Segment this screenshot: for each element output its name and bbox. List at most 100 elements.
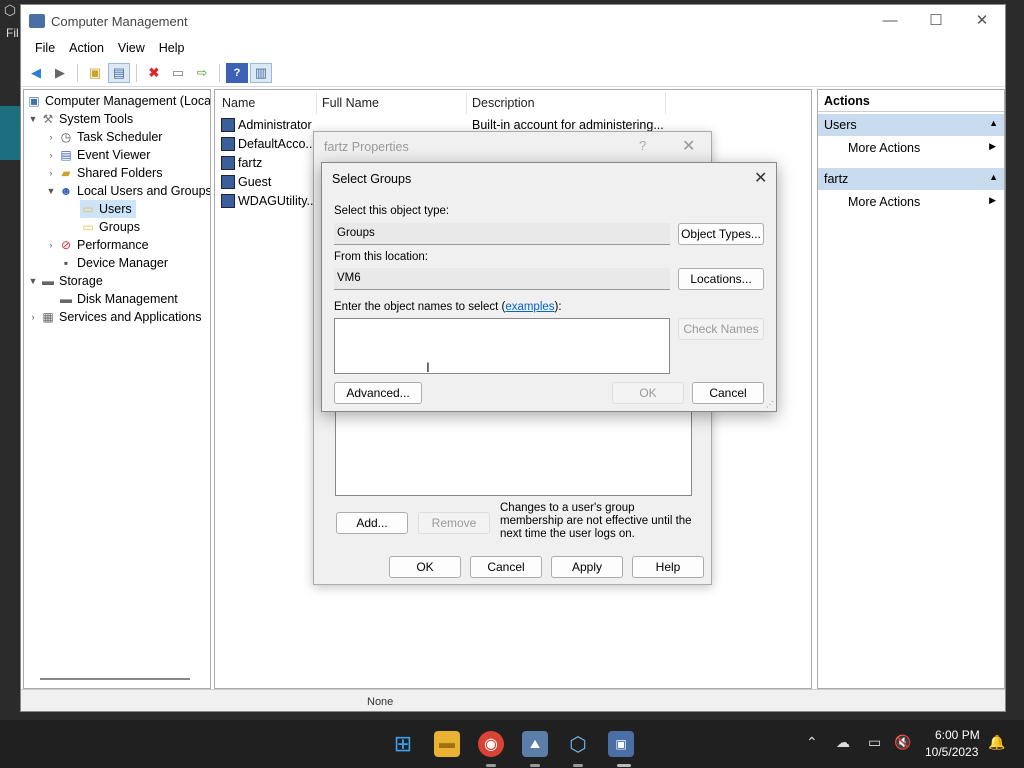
desktop-teal-strip: [0, 106, 20, 160]
tree-item-performance[interactable]: › ⊘ Performance: [44, 236, 149, 254]
clock-time[interactable]: 6:00 PM: [935, 728, 980, 742]
column-header-name[interactable]: Name: [222, 96, 255, 110]
virtualbox-desktop-icon[interactable]: ⬡: [0, 2, 20, 22]
tree-item-services-and-applications[interactable]: › ▦ Services and Applications: [26, 308, 202, 326]
examples-link[interactable]: examples: [505, 301, 554, 313]
expand-chevron-icon[interactable]: ›: [44, 240, 58, 250]
collapse-arrow-icon[interactable]: ▲: [989, 172, 998, 182]
expand-chevron-icon[interactable]: ›: [44, 150, 58, 160]
tree-horizontal-scrollbar[interactable]: [40, 678, 190, 680]
tree-item-system-tools[interactable]: ▼ ⚒ System Tools: [26, 110, 134, 128]
remove-button[interactable]: Remove: [418, 512, 490, 534]
tree-item-storage[interactable]: ▼ ▬ Storage: [26, 272, 103, 290]
more-actions-fartz[interactable]: More Actions ▶: [818, 190, 1004, 214]
running-indicator: [573, 764, 583, 767]
active-indicator: [617, 764, 631, 767]
actions-section-fartz[interactable]: fartz ▲: [818, 168, 1004, 190]
maximize-button[interactable]: ☐: [921, 11, 951, 31]
tree-root[interactable]: ▣ Computer Management (Local: [26, 92, 210, 110]
list-item[interactable]: DefaultAcco...: [221, 135, 316, 153]
expand-chevron-icon[interactable]: ›: [44, 132, 58, 142]
check-names-button[interactable]: Check Names: [678, 318, 764, 340]
cancel-button[interactable]: Cancel: [692, 382, 764, 404]
resize-grip-icon[interactable]: ⋰: [766, 400, 774, 409]
actions-section-users[interactable]: Users ▲: [818, 114, 1004, 136]
tree-item-device-manager[interactable]: ▪ Device Manager: [58, 254, 168, 272]
collapse-chevron-icon[interactable]: ▼: [26, 276, 40, 286]
column-separator[interactable]: [665, 92, 666, 114]
delete-icon[interactable]: ✖: [143, 63, 165, 83]
list-item[interactable]: Administrator: [221, 116, 312, 134]
tree-item-shared-folders[interactable]: › ▰ Shared Folders: [44, 164, 163, 182]
object-types-button[interactable]: Object Types...: [678, 223, 764, 245]
list-item[interactable]: fartz: [221, 154, 262, 172]
title-bar[interactable]: Computer Management — ☐ ✕: [21, 5, 1005, 37]
menu-view[interactable]: View: [112, 39, 151, 57]
column-separator[interactable]: [466, 92, 467, 114]
menu-help[interactable]: Help: [153, 39, 191, 57]
list-item[interactable]: Guest: [221, 173, 271, 191]
network-icon[interactable]: ▭: [868, 734, 881, 751]
tree-item-users[interactable]: ▭ Users: [80, 200, 136, 218]
object-names-input[interactable]: [334, 318, 670, 374]
apply-button[interactable]: Apply: [551, 556, 623, 578]
close-button[interactable]: ✕: [967, 11, 997, 31]
chrome-icon[interactable]: ◉: [478, 731, 504, 757]
export-list-icon[interactable]: ⇨: [191, 63, 213, 83]
submenu-arrow-icon: ▶: [989, 195, 996, 205]
help-button[interactable]: Help: [632, 556, 704, 578]
toolbar-separator: [136, 63, 137, 82]
close-icon[interactable]: ✕: [682, 136, 695, 156]
column-separator[interactable]: [316, 92, 317, 114]
submenu-arrow-icon: ▶: [989, 141, 996, 151]
performance-monitor-icon[interactable]: ⛰: [522, 731, 548, 757]
onedrive-icon[interactable]: ☁: [836, 734, 850, 751]
clock-date[interactable]: 10/5/2023: [925, 745, 978, 759]
file-explorer-icon[interactable]: ▬: [434, 731, 460, 757]
add-button[interactable]: Add...: [336, 512, 408, 534]
status-text: None: [367, 696, 394, 708]
locations-button[interactable]: Locations...: [678, 268, 764, 290]
forward-icon[interactable]: ▶: [49, 63, 71, 83]
actions-pane: Actions Users ▲ More Actions ▶ fartz ▲ M…: [817, 89, 1005, 689]
help-question-icon[interactable]: ?: [639, 138, 646, 153]
minimize-button[interactable]: —: [875, 11, 905, 31]
tree-item-event-viewer[interactable]: › ▤ Event Viewer: [44, 146, 151, 164]
tree-item-local-users-and-groups[interactable]: ▼ ☻ Local Users and Groups: [44, 182, 210, 200]
properties-icon[interactable]: ▭: [167, 63, 189, 83]
collapse-arrow-icon[interactable]: ▲: [989, 118, 998, 128]
menu-file[interactable]: File: [29, 39, 61, 57]
expand-chevron-icon[interactable]: ›: [44, 168, 58, 178]
cancel-button[interactable]: Cancel: [470, 556, 542, 578]
up-folder-icon[interactable]: ▣: [84, 63, 106, 83]
tray-chevron-up-icon[interactable]: ⌃: [806, 734, 818, 751]
list-item[interactable]: WDAGUtility...: [221, 192, 317, 210]
collapse-chevron-icon[interactable]: ▼: [44, 186, 58, 196]
ok-button[interactable]: OK: [612, 382, 684, 404]
tree-item-task-scheduler[interactable]: › ◷ Task Scheduler: [44, 128, 163, 146]
tree-item-disk-management[interactable]: ▬ Disk Management: [58, 290, 178, 308]
more-actions-users[interactable]: More Actions ▶: [818, 136, 1004, 160]
back-icon[interactable]: ◀: [25, 63, 47, 83]
close-icon[interactable]: ✕: [754, 168, 767, 188]
show-hide-action-pane-icon[interactable]: ▥: [250, 62, 272, 83]
folder-icon: ▭: [82, 220, 94, 234]
computer-management-taskbar-icon[interactable]: ▣: [608, 731, 634, 757]
services-icon: ▦: [42, 310, 54, 324]
ok-button[interactable]: OK: [389, 556, 461, 578]
advanced-button[interactable]: Advanced...: [334, 382, 422, 404]
user-icon: [221, 118, 235, 132]
show-hide-tree-icon[interactable]: ▤: [108, 62, 130, 83]
column-header-full-name[interactable]: Full Name: [322, 96, 379, 110]
taskbar: ⊞ ▬ ◉ ⛰ ⬡ ▣ ⌃ ☁ ▭ 🔇 6:00 PM 10/5/2023 🔔: [0, 720, 1024, 768]
notification-bell-icon[interactable]: 🔔: [988, 734, 1005, 751]
collapse-chevron-icon[interactable]: ▼: [26, 114, 40, 124]
tree-item-groups[interactable]: ▭ Groups: [80, 218, 140, 236]
menu-action[interactable]: Action: [63, 39, 110, 57]
help-icon[interactable]: ?: [226, 62, 248, 83]
expand-chevron-icon[interactable]: ›: [26, 312, 40, 322]
virtualbox-icon[interactable]: ⬡: [565, 731, 591, 757]
column-header-description[interactable]: Description: [472, 96, 535, 110]
volume-muted-icon[interactable]: 🔇: [894, 734, 911, 751]
windows-start-icon[interactable]: ⊞: [390, 731, 416, 757]
